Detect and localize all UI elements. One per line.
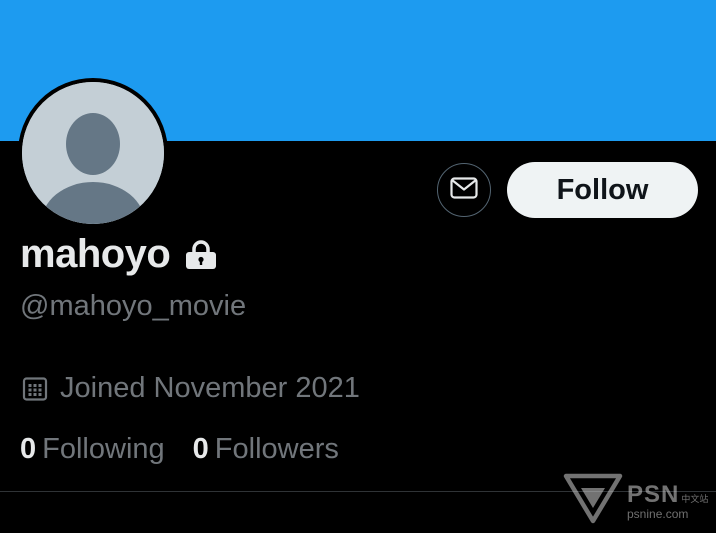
avatar[interactable] [18,78,168,228]
display-name: mahoyo [20,232,171,276]
followers-link[interactable]: 0 Followers [193,433,339,466]
watermark: PSN 中文站 psnine.com [563,472,708,529]
followers-label: Followers [214,433,339,465]
envelope-icon [450,176,478,204]
following-link[interactable]: 0 Following [20,433,165,466]
calendar-icon [22,376,48,402]
lock-icon [184,239,218,270]
profile-handle: @mahoyo_movie [20,290,247,322]
psnine-logo-icon [563,472,623,529]
joined-text: Joined November 2021 [60,372,360,404]
following-count: 0 [20,433,37,465]
profile-name-row: mahoyo [20,232,218,277]
follow-button[interactable]: Follow [507,162,698,218]
watermark-url: psnine.com [627,506,689,521]
watermark-brand: PSN [627,480,680,508]
followers-count: 0 [192,433,209,465]
watermark-brand-cn: 中文站 [681,493,709,504]
message-button[interactable] [437,163,491,217]
joined-date: Joined November 2021 [22,372,360,405]
follow-stats: 0 Following 0 Followers [20,433,367,466]
following-label: Following [42,433,165,465]
default-avatar-icon [22,82,164,224]
